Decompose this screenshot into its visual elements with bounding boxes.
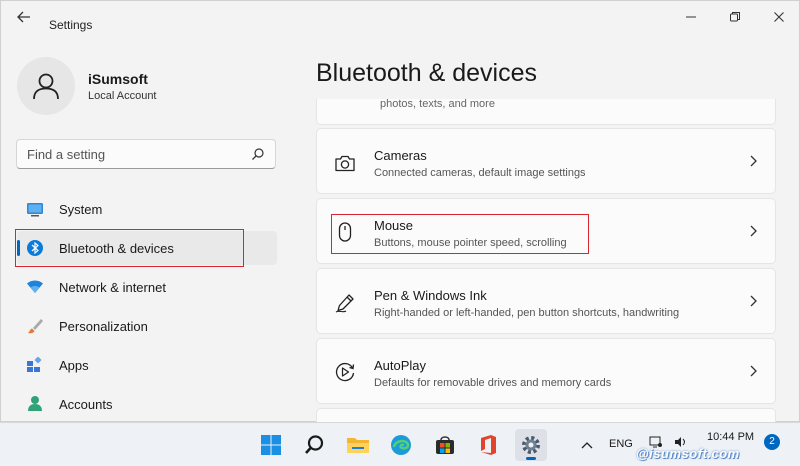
brush-icon [26, 318, 44, 334]
bluetooth-icon [26, 240, 44, 256]
edge-icon[interactable] [385, 429, 417, 461]
notification-badge[interactable]: 2 [764, 434, 780, 450]
sidebar-item-network[interactable]: Network & internet [17, 270, 277, 304]
card-partial[interactable]: photos, texts, and more [316, 99, 776, 125]
office-icon[interactable] [472, 429, 504, 461]
sidebar-item-bluetooth[interactable]: Bluetooth & devices [17, 231, 277, 265]
clock-time[interactable]: 10:44 PM [707, 431, 754, 443]
sidebar-item-apps[interactable]: Apps [17, 348, 277, 382]
chevron-right-icon [748, 154, 758, 168]
user-icon [33, 73, 59, 100]
search-icon[interactable] [251, 147, 265, 166]
store-icon[interactable] [429, 429, 461, 461]
card-title: AutoPlay [374, 358, 427, 373]
content-list: photos, texts, and more Cameras Connecte… [311, 99, 786, 422]
chevron-up-icon[interactable] [576, 429, 598, 461]
avatar[interactable] [17, 57, 75, 115]
search-input[interactable] [27, 146, 247, 163]
card-subtitle: Buttons, mouse pointer speed, scrolling [374, 237, 567, 249]
sidebar-item-personalization[interactable]: Personalization [17, 309, 277, 343]
system-icon [26, 201, 44, 217]
profile-name: iSumsoft [88, 71, 148, 87]
page-title: Bluetooth & devices [316, 59, 537, 87]
chevron-right-icon [748, 224, 758, 238]
card-pen-windows-ink[interactable]: Pen & Windows Ink Right-handed or left-h… [316, 268, 776, 334]
card-partial-subtitle: photos, texts, and more [380, 99, 495, 110]
pen-icon [334, 293, 356, 313]
sidebar-item-label: Bluetooth & devices [59, 241, 174, 256]
camera-icon [334, 153, 356, 173]
settings-gear-icon[interactable] [515, 429, 547, 461]
sidebar-item-system[interactable]: System [17, 192, 277, 226]
back-arrow-icon[interactable] [13, 11, 35, 27]
maximize-icon[interactable] [725, 9, 745, 27]
close-icon[interactable] [769, 9, 789, 27]
card-mouse[interactable]: Mouse Buttons, mouse pointer speed, scro… [316, 198, 776, 264]
card-subtitle: Right-handed or left-handed, pen button … [374, 307, 680, 319]
card-title: Mouse [374, 218, 414, 233]
wifi-icon [26, 279, 44, 295]
settings-window: Settings iSumsoft Local Account System [0, 0, 800, 422]
watermark: @isumsoft.com [636, 446, 740, 461]
window-title: Settings [49, 18, 93, 32]
search-box[interactable] [16, 139, 276, 169]
accounts-icon [26, 396, 44, 412]
card-subtitle: Defaults for removable drives and memory… [374, 377, 612, 389]
sidebar-item-label: Network & internet [59, 280, 166, 295]
card-title: Pen & Windows Ink [374, 288, 487, 303]
card-title: Cameras [374, 148, 427, 163]
card-cameras[interactable]: Cameras Connected cameras, default image… [316, 128, 776, 194]
card-partial-bottom[interactable] [316, 408, 776, 422]
sidebar-item-label: Accounts [59, 397, 113, 412]
chevron-right-icon [748, 364, 758, 378]
search-icon[interactable] [298, 429, 330, 461]
minimize-icon[interactable] [681, 9, 701, 27]
sidebar-item-label: Apps [59, 358, 89, 373]
title-bar: Settings [1, 1, 800, 35]
mouse-icon [334, 222, 356, 243]
sidebar-item-label: Personalization [59, 319, 148, 334]
sidebar-item-accounts[interactable]: Accounts [17, 387, 277, 421]
autoplay-icon [334, 362, 356, 383]
apps-icon [26, 356, 44, 373]
language-indicator[interactable]: ENG [609, 438, 633, 450]
card-subtitle: Connected cameras, default image setting… [374, 167, 586, 179]
file-explorer-icon[interactable] [342, 429, 374, 461]
windows-start-icon[interactable] [255, 429, 287, 461]
card-autoplay[interactable]: AutoPlay Defaults for removable drives a… [316, 338, 776, 404]
profile-account-type: Local Account [88, 90, 157, 102]
chevron-right-icon [748, 294, 758, 308]
sidebar-item-label: System [59, 202, 103, 217]
